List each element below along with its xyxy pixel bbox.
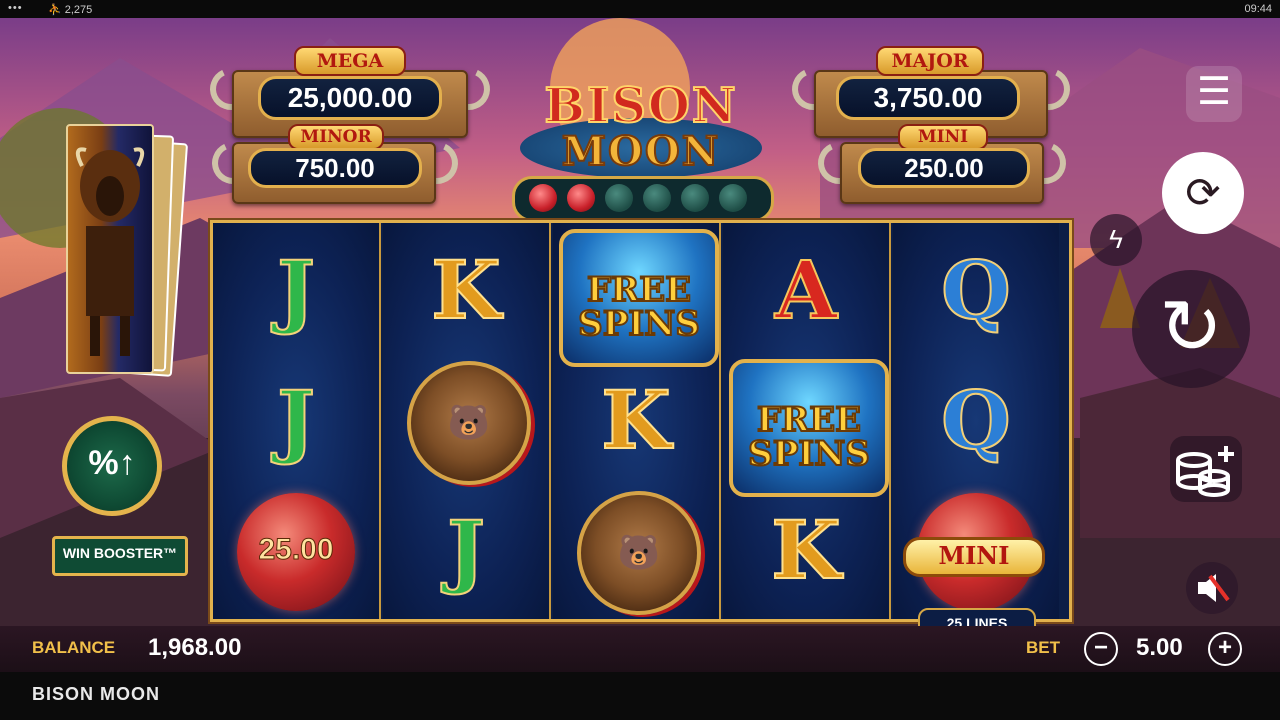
bison-icon: [75, 147, 145, 356]
autoplay-button[interactable]: ⟳: [1162, 152, 1244, 234]
menu-button[interactable]: ☰: [1186, 66, 1242, 122]
free-spins-text: SPINS: [747, 434, 871, 474]
autoplay-icon: ⟳: [1185, 169, 1221, 216]
symbol-k: K: [600, 372, 672, 468]
symbol-bear: 🐻: [577, 491, 701, 615]
bear-icon: 🐻: [447, 404, 491, 442]
symbol-free-spins: FREE SPINS: [729, 359, 889, 497]
symbol-blood-moon: MINI: [903, 493, 1045, 611]
clock: 09:44: [1244, 3, 1272, 15]
game-scene: MEGA 25,000.00 MINOR 750.00 MAJOR 3,750.…: [0, 18, 1280, 626]
logo-moon-text: MOON: [561, 127, 721, 176]
footer-game-name: BISON MOON: [32, 684, 161, 704]
symbol-q: Q: [940, 242, 1012, 338]
bottom-bar: BALANCE 1,968.00 BET − 5.00 +: [0, 626, 1280, 672]
jackpot-minor: MINOR 750.00: [206, 124, 464, 210]
jackpot-minor-value: 750.00: [248, 148, 422, 188]
spin-button[interactable]: ↻: [1132, 270, 1250, 388]
lightning-icon: ϟ: [1109, 224, 1123, 254]
hamburger-icon: ☰: [1196, 71, 1232, 113]
system-status-bar: ••• ⛹ 2,275 09:44: [0, 0, 1280, 18]
percent-up-icon: %↑: [88, 444, 136, 482]
balance-value: 1,968.00: [148, 634, 242, 661]
moon-value: 25.00: [258, 533, 334, 567]
jackpot-mega-value: 25,000.00: [258, 76, 442, 120]
symbol-j: J: [276, 372, 316, 468]
sound-muted-icon: [1198, 574, 1230, 602]
coins-plus-icon: [1176, 446, 1234, 497]
reel-4: A FREE SPINS K: [723, 223, 891, 619]
jackpot-mega-label: MEGA: [294, 46, 406, 76]
logo-bison-text: BISON: [543, 77, 738, 135]
moon-meter: [512, 176, 774, 222]
symbol-free-spins: FREE SPINS: [559, 229, 719, 367]
moon-meter-dot-empty: [681, 184, 709, 212]
bet-decrease-button[interactable]: −: [1084, 632, 1118, 666]
reel-1: J J 25.00: [213, 223, 381, 619]
jackpot-minor-label: MINOR: [288, 124, 384, 150]
reel-5: Q Q MINI: [893, 223, 1059, 619]
reel-3: FREE SPINS K 🐻: [553, 223, 721, 619]
reel-grid: J J 25.00 K 🐻 J FREE SPINS K 🐻 A FREE SPINS K Q Q MINI: [210, 220, 1072, 622]
bet-increase-button[interactable]: +: [1208, 632, 1242, 666]
jackpot-major-label: MAJOR: [876, 46, 984, 76]
spin-icon: ↻: [1159, 285, 1223, 370]
jackpot-major-value: 3,750.00: [836, 76, 1020, 120]
symbol-bear: 🐻: [407, 361, 531, 485]
moon-meter-dot-filled: [567, 184, 595, 212]
turbo-button[interactable]: ϟ: [1090, 214, 1142, 266]
symbol-j: J: [446, 502, 486, 598]
menu-dots-icon[interactable]: •••: [8, 2, 23, 14]
bison-card-stack: [66, 124, 189, 377]
jackpot-mini-label: MINI: [898, 124, 988, 150]
jackpot-mini-value: 250.00: [858, 148, 1030, 188]
free-spins-text: SPINS: [577, 304, 701, 344]
moon-mini-tag: MINI: [903, 537, 1045, 577]
symbol-blood-moon: 25.00: [237, 493, 355, 611]
symbol-k: K: [770, 502, 842, 598]
bet-label: BET: [1026, 638, 1060, 657]
moon-meter-dot-empty: [643, 184, 671, 212]
paylines-badge: 25 LINES: [918, 608, 1036, 626]
win-booster-label[interactable]: WIN BOOSTER™: [52, 536, 188, 576]
bison-card: [66, 124, 154, 374]
moon-meter-dot-empty: [605, 184, 633, 212]
balance-label: BALANCE: [32, 638, 116, 657]
free-spins-text: FREE: [586, 270, 692, 310]
player-count: ⛹ 2,275: [48, 4, 93, 16]
moon-meter-dot-empty: [719, 184, 747, 212]
symbol-j: J: [276, 242, 316, 338]
symbol-k: K: [430, 242, 502, 338]
jackpot-mini: MINI 250.00: [812, 124, 1072, 210]
symbol-q: Q: [940, 372, 1012, 468]
bet-coins-button[interactable]: [1170, 436, 1242, 502]
reel-2: K 🐻 J: [383, 223, 551, 619]
win-booster-button[interactable]: %↑: [56, 416, 172, 516]
free-spins-text: FREE: [756, 400, 862, 440]
bet-value: 5.00: [1136, 634, 1183, 661]
symbol-a: A: [774, 242, 838, 338]
app-footer: BISON MOON: [0, 672, 1280, 720]
sound-button[interactable]: [1186, 562, 1238, 614]
bear-icon: 🐻: [617, 534, 661, 572]
moon-meter-dot-filled: [529, 184, 557, 212]
